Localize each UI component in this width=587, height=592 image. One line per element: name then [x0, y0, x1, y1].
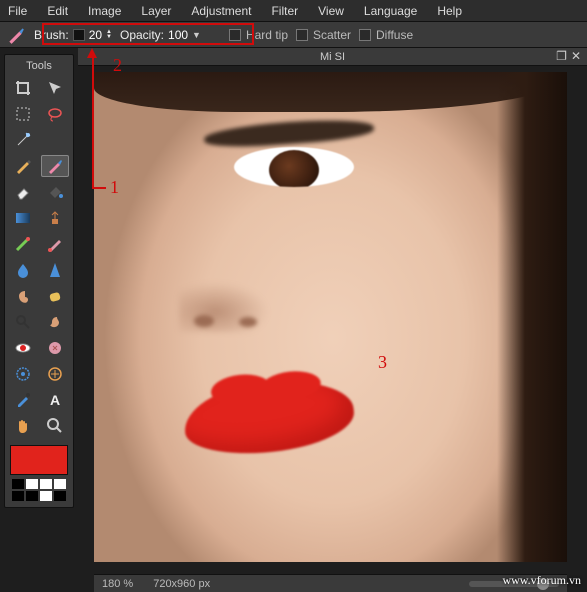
diffuse-checkbox[interactable]: Diffuse — [359, 28, 413, 42]
crop-tool-icon[interactable] — [9, 77, 37, 99]
gradient-tool-icon[interactable] — [9, 207, 37, 229]
canvas-image[interactable] — [94, 72, 567, 562]
zoom-tool-icon[interactable] — [41, 415, 69, 437]
hand-tool-icon[interactable] — [9, 415, 37, 437]
draw-tool-icon[interactable] — [41, 233, 69, 255]
chevron-down-icon[interactable]: ▼ — [192, 30, 201, 40]
options-bar: Brush: 20 ▲▼ Opacity: 100 ▼ Hard tip Sca… — [0, 22, 587, 48]
menu-adjustment[interactable]: Adjustment — [191, 4, 251, 18]
opacity-group[interactable]: Opacity: 100 ▼ — [120, 28, 201, 42]
clone-tool-icon[interactable] — [41, 207, 69, 229]
smudge-tool-icon[interactable] — [9, 285, 37, 307]
menu-bar: File Edit Image Layer Adjustment Filter … — [0, 0, 587, 22]
burn-tool-icon[interactable] — [41, 311, 69, 333]
dodge-tool-icon[interactable] — [9, 311, 37, 333]
move-tool-icon[interactable] — [41, 77, 69, 99]
brush-size[interactable]: 20 — [89, 28, 102, 42]
bloat-tool-icon[interactable] — [9, 363, 37, 385]
menu-image[interactable]: Image — [88, 4, 121, 18]
pencil-tool-icon[interactable] — [9, 155, 37, 177]
opacity-label: Opacity: — [120, 28, 164, 42]
hardtip-checkbox[interactable]: Hard tip — [229, 28, 288, 42]
picker-tool-icon[interactable] — [9, 389, 37, 411]
pinch-tool-icon[interactable] — [41, 363, 69, 385]
empty-tool-slot — [41, 129, 69, 151]
sponge-tool-icon[interactable] — [41, 285, 69, 307]
menu-help[interactable]: Help — [437, 4, 462, 18]
brush-preview[interactable] — [73, 29, 85, 41]
image-dimensions: 720x960 px — [153, 578, 210, 590]
image-viewport[interactable] — [94, 72, 567, 562]
scatter-checkbox[interactable]: Scatter — [296, 28, 351, 42]
lasso-tool-icon[interactable] — [41, 103, 69, 125]
watermark: www.vforum.vn — [502, 573, 581, 588]
brush-label: Brush: — [34, 28, 69, 42]
redeye-tool-icon[interactable] — [9, 337, 37, 359]
brush-stepper-icon[interactable]: ▲▼ — [106, 30, 112, 40]
marquee-tool-icon[interactable] — [9, 103, 37, 125]
canvas-area: Mi SI ❐ ✕ 180 % 720x960 px — [78, 48, 587, 592]
spotheal-tool-icon[interactable] — [41, 337, 69, 359]
menu-file[interactable]: File — [8, 4, 27, 18]
menu-layer[interactable]: Layer — [141, 4, 171, 18]
opacity-value[interactable]: 100 — [168, 28, 188, 42]
menu-edit[interactable]: Edit — [47, 4, 68, 18]
eraser-tool-icon[interactable] — [9, 181, 37, 203]
palette-swatch[interactable] — [12, 491, 24, 501]
tools-title: Tools — [9, 57, 69, 75]
palette-black[interactable] — [12, 479, 24, 489]
palette-white[interactable] — [26, 479, 38, 489]
sharpen-tool-icon[interactable] — [41, 259, 69, 281]
palette-swatch[interactable] — [26, 491, 38, 501]
wand-tool-icon[interactable] — [9, 129, 37, 151]
close-icon[interactable]: ✕ — [571, 49, 581, 63]
palette-row — [9, 479, 69, 489]
checkbox-icon[interactable] — [229, 29, 241, 41]
zoom-level[interactable]: 180 % — [102, 578, 133, 590]
menu-language[interactable]: Language — [364, 4, 417, 18]
menu-filter[interactable]: Filter — [271, 4, 298, 18]
tools-panel: Tools — [4, 54, 74, 508]
brush-tool-icon — [6, 26, 26, 44]
blur-tool-icon[interactable] — [9, 259, 37, 281]
status-bar: 180 % 720x960 px — [94, 574, 567, 592]
palette-row2 — [9, 491, 69, 501]
palette-swatch[interactable] — [54, 491, 66, 501]
colorreplace-tool-icon[interactable] — [9, 233, 37, 255]
svg-text:A: A — [50, 392, 60, 408]
checkbox-icon[interactable] — [296, 29, 308, 41]
type-tool-icon[interactable]: A — [41, 389, 69, 411]
checkbox-icon[interactable] — [359, 29, 371, 41]
bucket-tool-icon[interactable] — [41, 181, 69, 203]
brush-tool-icon[interactable] — [41, 155, 69, 177]
canvas-title: Mi SI — [320, 51, 345, 63]
canvas-header: Mi SI ❐ ✕ — [78, 48, 587, 66]
palette-white2[interactable] — [40, 479, 52, 489]
foreground-color-swatch[interactable] — [10, 445, 68, 475]
float-window-icon[interactable]: ❐ — [556, 49, 567, 63]
palette-white3[interactable] — [54, 479, 66, 489]
brush-size-group[interactable]: Brush: 20 ▲▼ — [34, 28, 112, 42]
palette-swatch[interactable] — [40, 491, 52, 501]
menu-view[interactable]: View — [318, 4, 344, 18]
